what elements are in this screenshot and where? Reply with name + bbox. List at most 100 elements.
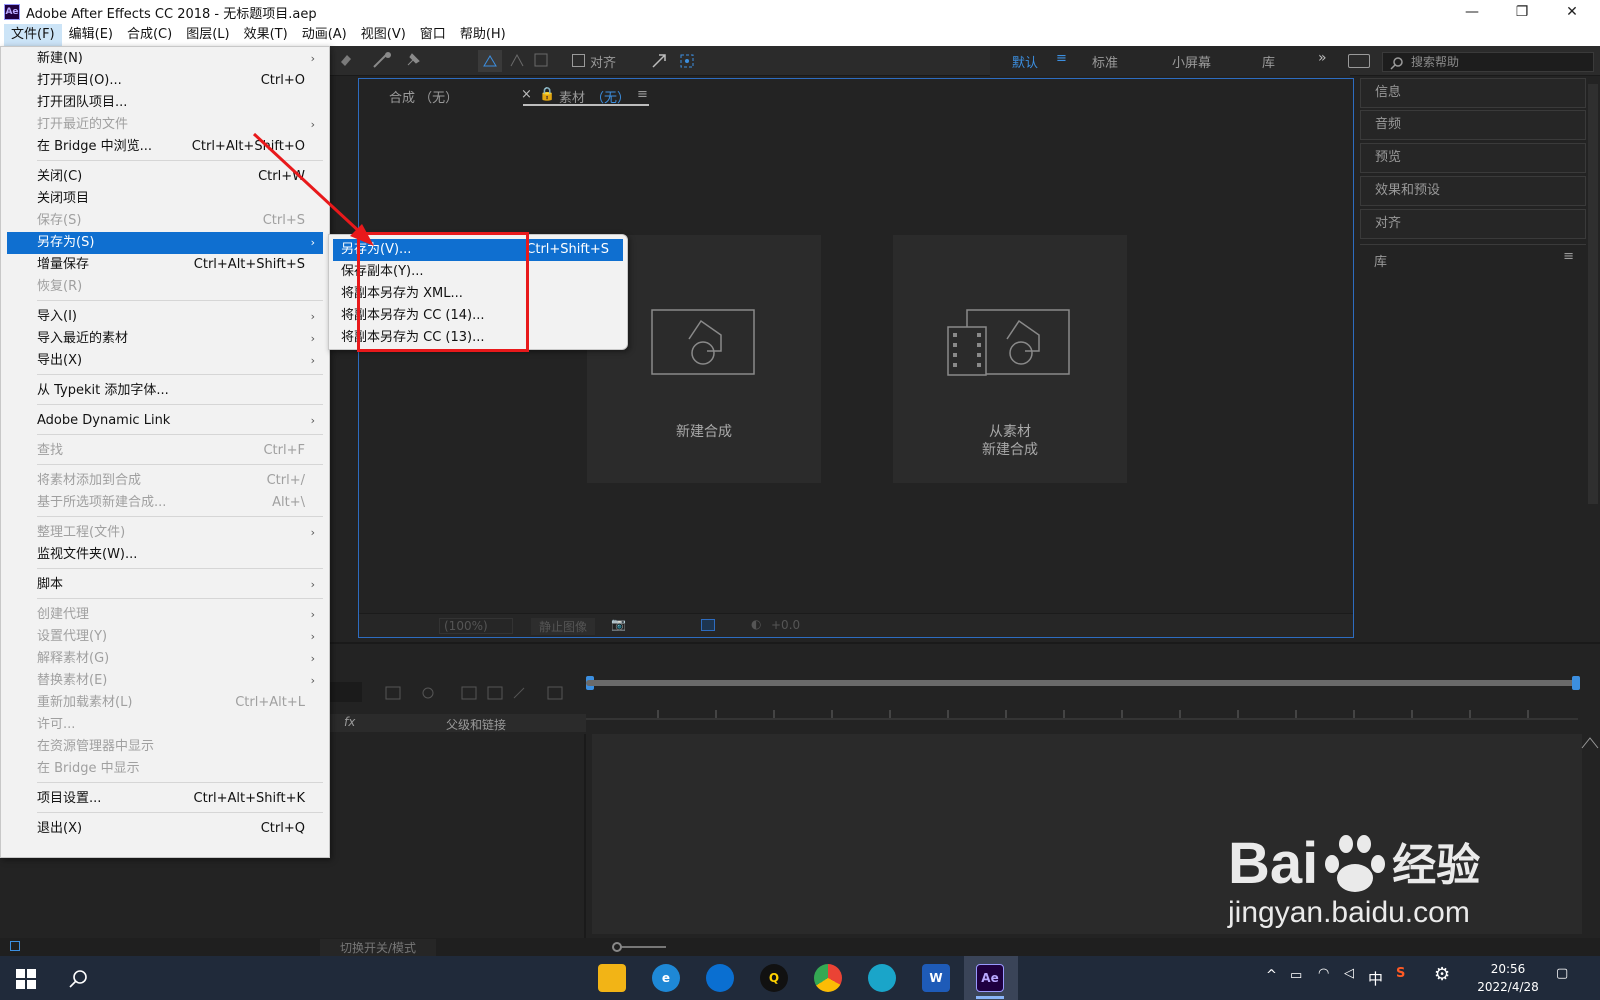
zoom-slider-handle[interactable]	[612, 942, 622, 952]
ie-browser-icon[interactable]: e	[652, 964, 680, 992]
word-icon[interactable]: W	[922, 964, 950, 992]
libraries-panel-title[interactable]: 库	[1374, 251, 1387, 270]
watermark-brand-cn: 经验	[1392, 840, 1481, 891]
menu-item-add-typekit-fonts[interactable]: 从 Typekit 添加字体...	[7, 380, 323, 402]
menu-item-open-project[interactable]: 打开项目(O)... Ctrl+O	[7, 70, 323, 92]
menu-view[interactable]: 视图(V)	[354, 24, 413, 46]
toggle-switches-modes-button[interactable]: 切换开关/模式	[320, 939, 436, 956]
menu-item-add-footage-to-comp: 将素材添加到合成 Ctrl+/	[37, 473, 305, 488]
preview-panel-header[interactable]: 预览	[1360, 143, 1586, 173]
work-area-bar[interactable]	[586, 680, 1578, 686]
taskbar-search-icon[interactable]	[68, 969, 88, 989]
transparency-grid-icon[interactable]	[701, 619, 715, 631]
exposure-value[interactable]: +0.0	[771, 618, 800, 632]
menu-item-scripts[interactable]: 脚本 ›	[7, 574, 323, 596]
pin-axis-icon[interactable]	[508, 51, 526, 69]
workspace-bar	[990, 46, 1350, 76]
composition-from-footage-card[interactable]: 从素材 新建合成	[893, 235, 1127, 483]
parent-link-column[interactable]: 父级和链接	[446, 716, 506, 733]
menu-animation[interactable]: 动画(A)	[295, 24, 354, 46]
tab-menu-icon[interactable]: ≡	[637, 87, 648, 102]
menu-item-watch-folder[interactable]: 监视文件夹(W)...	[7, 544, 323, 566]
chrome-icon[interactable]	[814, 964, 842, 992]
align-checkbox[interactable]	[572, 54, 585, 67]
puppet-pin-tool-icon[interactable]	[404, 51, 422, 69]
ime-indicator[interactable]: 中	[1368, 968, 1383, 989]
menu-item-increment-save[interactable]: 增量保存 Ctrl+Alt+Shift+S	[7, 254, 323, 276]
workspace-default[interactable]: 默认	[1012, 52, 1038, 71]
close-tab-icon[interactable]: ×	[521, 87, 532, 102]
menu-item-export[interactable]: 导出(X) ›	[7, 350, 323, 372]
submenu-arrow-icon: ›	[310, 332, 315, 345]
menu-effect[interactable]: 效果(T)	[237, 24, 295, 46]
render-toggle-icon[interactable]	[10, 941, 20, 951]
wifi-icon[interactable]: ◠	[1318, 966, 1329, 981]
menu-item-import[interactable]: 导入(I) ›	[7, 306, 323, 328]
audio-panel-header[interactable]: 音频	[1360, 110, 1586, 140]
zoom-dropdown[interactable]: (100%)	[439, 618, 513, 634]
tray-overflow-icon[interactable]: ^	[1266, 968, 1277, 983]
libraries-menu-icon[interactable]: ≡	[1563, 249, 1574, 264]
menu-item-open-team-project[interactable]: 打开团队项目...	[7, 92, 323, 114]
tab-composition[interactable]: 合成 （无）	[389, 87, 458, 106]
file-explorer-icon[interactable]	[598, 964, 626, 992]
menu-item-project-settings[interactable]: 项目设置... Ctrl+Alt+Shift+K	[7, 788, 323, 810]
time-ruler[interactable]	[586, 708, 1578, 720]
workspace-menu-icon[interactable]: ≡	[1056, 51, 1067, 66]
menu-item-dynamic-link[interactable]: Adobe Dynamic Link ›	[7, 410, 323, 432]
work-area-end-handle[interactable]	[1572, 676, 1580, 690]
world-axis-icon[interactable]	[532, 51, 550, 69]
more-workspaces-icon[interactable]: »	[1318, 50, 1327, 66]
roto-brush-tool-icon[interactable]	[372, 51, 394, 69]
edge-icon[interactable]	[868, 964, 896, 992]
timeline-search-input[interactable]	[326, 682, 362, 702]
system-clock[interactable]: 20:56 2022/4/28	[1468, 960, 1548, 996]
snap-target-icon[interactable]	[678, 52, 696, 70]
qq-icon[interactable]: Q	[760, 964, 788, 992]
workspace-toggle-icon[interactable]	[1348, 54, 1370, 68]
menu-window[interactable]: 窗口	[413, 24, 453, 46]
sogou-input-icon[interactable]: S	[1396, 966, 1405, 981]
after-effects-taskbar-icon[interactable]: Ae	[976, 964, 1004, 992]
effects-presets-panel-header[interactable]: 效果和预设	[1360, 176, 1586, 206]
lock-icon[interactable]: 🔒	[539, 87, 555, 102]
menu-edit[interactable]: 编辑(E)	[62, 24, 120, 46]
snapshot-icon[interactable]: 📷	[611, 617, 626, 631]
info-panel-header[interactable]: 信息	[1360, 78, 1586, 108]
exposure-icon[interactable]: ◐	[751, 617, 761, 631]
notification-icon[interactable]: ▢	[1556, 966, 1568, 981]
menu-item-interpret-footage: 解释素材(G) ›	[7, 648, 323, 670]
timeline-switch-icons[interactable]	[384, 684, 564, 702]
windows-start-icon[interactable]	[16, 969, 36, 989]
workspace-standard[interactable]: 标准	[1092, 52, 1118, 71]
close-window-button[interactable]: ✕	[1548, 0, 1596, 24]
volume-icon[interactable]: ◁	[1344, 966, 1354, 981]
battery-icon[interactable]: ▭	[1290, 968, 1302, 983]
menu-layer[interactable]: 图层(L)	[179, 24, 236, 46]
right-panel-scrollbar[interactable]	[1588, 84, 1598, 504]
align-panel-header[interactable]: 对齐	[1360, 209, 1586, 239]
menu-separator	[37, 598, 323, 599]
search-help-input[interactable]: 搜索帮助	[1382, 52, 1594, 72]
workspace-small-screen[interactable]: 小屏幕	[1172, 52, 1211, 71]
zoom-slider[interactable]	[616, 946, 666, 948]
still-image-button[interactable]: 静止图像	[531, 618, 596, 635]
menu-item-exit[interactable]: 退出(X) Ctrl+Q	[7, 818, 323, 840]
workspace-libraries[interactable]: 库	[1262, 52, 1275, 71]
menu-separator	[37, 568, 323, 569]
eraser-tool-icon[interactable]	[338, 52, 354, 68]
graph-editor-icon[interactable]	[1580, 734, 1600, 752]
settings-gear-icon[interactable]: ⚙	[1434, 964, 1450, 985]
menu-file[interactable]: 文件(F)	[4, 24, 62, 46]
menu-item-new[interactable]: 新建(N) ›	[7, 48, 323, 70]
annotation-highlight-box	[357, 232, 529, 352]
menu-help[interactable]: 帮助(H)	[453, 24, 513, 46]
expand-arrow-icon[interactable]	[650, 52, 668, 70]
search-app-icon[interactable]	[706, 964, 734, 992]
restore-button[interactable]: ❐	[1498, 0, 1546, 24]
menu-item-import-recent-footage[interactable]: 导入最近的素材 ›	[7, 328, 323, 350]
composition-from-footage-icon	[947, 309, 1070, 376]
active-tool-highlight[interactable]	[478, 50, 502, 72]
menu-composition[interactable]: 合成(C)	[120, 24, 179, 46]
minimize-button[interactable]: —	[1448, 0, 1496, 24]
